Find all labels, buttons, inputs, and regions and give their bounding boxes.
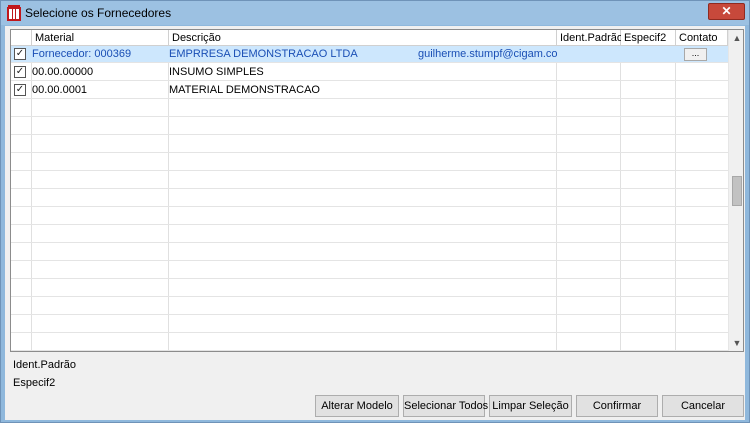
descricao-cell: EMPRRESA DEMONSTRACAO LTDA xyxy=(169,48,358,60)
dialog-window: Selecione os Fornecedores ✕ Material Des… xyxy=(0,0,750,423)
scrollbar-thumb[interactable] xyxy=(732,176,742,206)
empty-row xyxy=(11,208,729,225)
row-checkbox[interactable]: ✓ xyxy=(14,48,26,60)
empty-row xyxy=(11,136,729,153)
column-header-contato[interactable]: Contato xyxy=(676,30,728,46)
table-row[interactable]: ✓ Fornecedor: 000369 EMPRRESA DEMONSTRAC… xyxy=(11,46,729,63)
empty-row xyxy=(11,172,729,189)
column-header-check[interactable] xyxy=(11,30,32,46)
empty-row xyxy=(11,100,729,117)
descricao-cell: MATERIAL DEMONSTRACAO xyxy=(169,84,320,96)
suppliers-grid[interactable]: Material Descrição Ident.Padrão Especif2… xyxy=(10,29,744,352)
empty-row xyxy=(11,244,729,261)
material-cell: 00.00.0001 xyxy=(32,84,88,96)
empty-row xyxy=(11,334,729,351)
column-header-descricao[interactable]: Descrição xyxy=(169,30,557,46)
dialog-body: Material Descrição Ident.Padrão Especif2… xyxy=(5,26,745,420)
contato-ellipsis-button[interactable]: ... xyxy=(684,48,707,61)
descricao-cell: INSUMO SIMPLES xyxy=(169,66,264,78)
table-row[interactable]: ✓ 00.00.0001 MATERIAL DEMONSTRACAO xyxy=(11,82,729,99)
empty-row xyxy=(11,118,729,135)
empty-row xyxy=(11,190,729,207)
column-header-ident-padrao[interactable]: Ident.Padrão xyxy=(557,30,623,46)
empty-row xyxy=(11,154,729,171)
material-cell: 00.00.00000 xyxy=(32,66,94,78)
empty-row xyxy=(11,280,729,297)
scroll-down-icon[interactable]: ▼ xyxy=(729,335,743,351)
alterar-modelo-button[interactable]: Alterar Modelo xyxy=(315,395,399,417)
table-row[interactable]: ✓ 00.00.00000 INSUMO SIMPLES xyxy=(11,64,729,81)
app-logo-icon xyxy=(7,5,21,21)
row-checkbox[interactable]: ✓ xyxy=(14,66,26,78)
close-button[interactable]: ✕ xyxy=(708,3,745,20)
column-header-material[interactable]: Material xyxy=(32,30,169,46)
selecionar-todos-button[interactable]: Selecionar Todos xyxy=(403,395,488,417)
confirmar-button[interactable]: Confirmar xyxy=(576,395,658,417)
title-bar[interactable]: Selecione os Fornecedores ✕ xyxy=(1,1,749,25)
vertical-scrollbar[interactable]: ▲ ▼ xyxy=(728,30,743,351)
email-cell: guilherme.stumpf@cigam.com.br xyxy=(418,48,557,60)
empty-row xyxy=(11,262,729,279)
cancelar-button[interactable]: Cancelar xyxy=(662,395,744,417)
material-cell: Fornecedor: 000369 xyxy=(32,48,132,60)
especif2-label: Especif2 xyxy=(13,377,56,389)
row-checkbox[interactable]: ✓ xyxy=(14,84,26,96)
empty-row xyxy=(11,298,729,315)
scroll-up-icon[interactable]: ▲ xyxy=(729,30,743,46)
window-title: Selecione os Fornecedores xyxy=(25,6,172,20)
column-header-especif2[interactable]: Especif2 xyxy=(621,30,676,46)
limpar-selecao-button[interactable]: Limpar Seleção xyxy=(489,395,572,417)
empty-row xyxy=(11,316,729,333)
empty-row xyxy=(11,226,729,243)
ident-padrao-label: Ident.Padrão xyxy=(13,359,76,371)
